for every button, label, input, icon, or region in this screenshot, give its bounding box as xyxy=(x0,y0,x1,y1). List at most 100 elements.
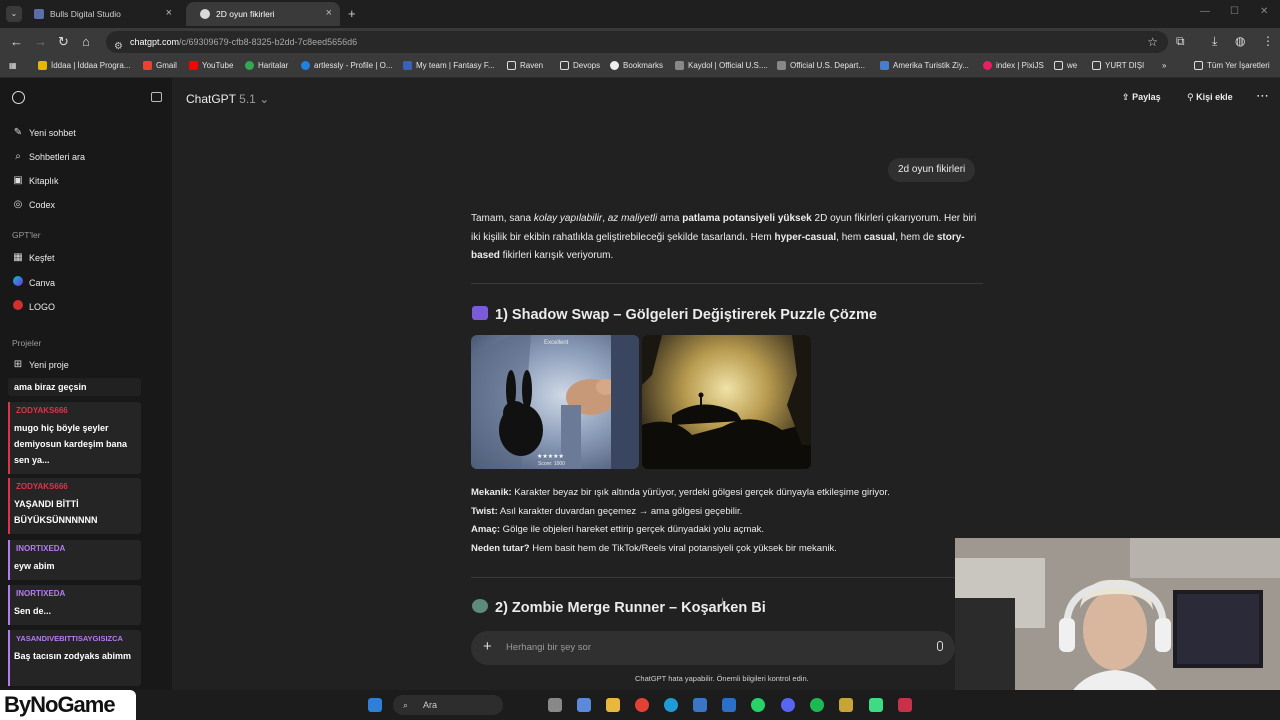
file-explorer-icon[interactable] xyxy=(606,698,620,712)
bookmark-official-us[interactable]: Official U.S. Depart... xyxy=(777,61,865,70)
disclaimer-text: ChatGPT hata yapabilir. Önemli bilgileri… xyxy=(635,674,809,683)
site-info-icon[interactable]: ⚙ xyxy=(114,36,123,58)
extensions-icon[interactable]: ⧉ xyxy=(1176,34,1185,49)
chat-accent-bar xyxy=(8,540,10,580)
bookmark-label: Amerika Turistik Ziy... xyxy=(893,61,969,70)
bookmark-yurt-disi[interactable]: YURT DIŞI xyxy=(1092,61,1144,70)
bookmark-artlessly[interactable]: artlessly - Profile | O... xyxy=(301,61,393,70)
bookmark-label: Tüm Yer İşaretleri xyxy=(1207,61,1270,70)
detail-line: Twist: Asıl karakter duvardan geçemez → … xyxy=(471,503,991,522)
bookmark-we[interactable]: we xyxy=(1054,61,1077,70)
close-window-icon[interactable]: ✕ xyxy=(1260,6,1268,17)
chat-accent-bar xyxy=(8,402,10,474)
sidebar-item-new-project[interactable]: ⊞ Yeni proje xyxy=(12,359,69,370)
minimize-icon[interactable]: — xyxy=(1200,6,1210,17)
shadow-game-image-2[interactable] xyxy=(642,335,811,469)
spotify-icon[interactable] xyxy=(810,698,824,712)
stream-chat-message: YASANDIVEBITTISAYGISIZCA Baş tacısın zod… xyxy=(8,630,141,686)
more-options-icon[interactable]: ⋯ xyxy=(1256,88,1269,104)
bookmark-haritalar[interactable]: Haritalar xyxy=(245,61,288,70)
bookmark-iddaa[interactable]: İddaa | İddaa Progra... xyxy=(38,61,130,70)
link-icon xyxy=(880,61,889,70)
edge-icon[interactable] xyxy=(664,698,678,712)
share-button[interactable]: ⇪ Paylaş xyxy=(1122,92,1161,103)
bookmark-youtube[interactable]: YouTube xyxy=(189,61,233,70)
chat-username: INORTIXEDA xyxy=(16,544,66,553)
chat-username: ZODYAKS666 xyxy=(16,406,68,415)
close-tab-icon[interactable]: × xyxy=(326,7,332,19)
download-icon[interactable]: ⤓ xyxy=(1212,34,1217,49)
app-icon[interactable] xyxy=(839,698,853,712)
all-bookmarks[interactable]: Tüm Yer İşaretleri xyxy=(1194,61,1270,70)
mail-icon[interactable] xyxy=(722,698,736,712)
chrome-icon[interactable] xyxy=(635,698,649,712)
vscode-icon[interactable] xyxy=(898,698,912,712)
sidebar-item-explore[interactable]: ▦ Keşfet xyxy=(12,252,54,263)
chatgpt-icon xyxy=(200,9,210,19)
sidebar-item-canva[interactable]: Canva xyxy=(12,276,55,289)
message-composer[interactable]: + Herhangi bir şey sor xyxy=(471,631,955,665)
bookmark-pixijs[interactable]: index | PixiJS xyxy=(983,61,1044,70)
plus-icon[interactable]: + xyxy=(483,638,492,655)
bookmark-label: Gmail xyxy=(156,61,177,70)
discord-icon[interactable] xyxy=(781,698,795,712)
sidebar-item-new-chat[interactable]: ✎ Yeni sohbet xyxy=(12,127,76,138)
browser-menu-icon[interactable]: ⋮ xyxy=(1262,34,1274,48)
windows-start-icon[interactable] xyxy=(368,698,382,712)
shadow-game-image-1[interactable]: Excellent Score: 1000 ★★★★★ xyxy=(471,335,639,469)
codex-icon: ◎ xyxy=(13,199,23,210)
add-person-button[interactable]: ⚲ Kişi ekle xyxy=(1187,92,1233,103)
intro-emphasis: kolay yapılabilir xyxy=(533,213,603,224)
pixijs-icon xyxy=(983,61,992,70)
taskbar-search[interactable]: ⌕ Ara xyxy=(393,695,503,715)
bookmark-kaydol[interactable]: Kaydol | Official U.S.... xyxy=(675,61,768,70)
close-tab-icon[interactable]: × xyxy=(166,7,172,19)
scroll-down-icon[interactable]: ↓ xyxy=(720,595,726,607)
bookmark-fantasy[interactable]: My team | Fantasy F... xyxy=(403,61,495,70)
watermark-text: ByNoGame xyxy=(4,692,116,717)
new-tab-button[interactable]: + xyxy=(348,6,356,21)
detail-label: Mekanik: xyxy=(471,487,512,498)
whatsapp-icon[interactable] xyxy=(751,698,765,712)
link-icon xyxy=(675,61,684,70)
copilot-icon[interactable] xyxy=(577,698,591,712)
bookmark-bookmarks[interactable]: Bookmarks xyxy=(610,61,663,70)
maximize-icon[interactable]: ☐ xyxy=(1230,6,1239,17)
profile-icon[interactable]: ◍ xyxy=(1235,34,1245,48)
model-selector[interactable]: ChatGPT 5.1 ⌄ xyxy=(186,92,269,106)
task-view-icon[interactable] xyxy=(548,698,562,712)
add-person-label: Kişi ekle xyxy=(1196,92,1233,102)
sidebar-item-codex[interactable]: ◎ Codex xyxy=(12,199,55,210)
composer-placeholder[interactable]: Herhangi bir şey sor xyxy=(506,642,591,653)
grid-icon: ▦ xyxy=(13,252,23,263)
url-bar[interactable]: ⚙ chatgpt.com/c/69309679-cfb8-8325-b2dd-… xyxy=(106,31,1168,53)
forward-arrow-icon[interactable]: → xyxy=(34,34,47,49)
chat-message-text: ama biraz geçsin xyxy=(14,382,87,392)
github-icon xyxy=(610,61,619,70)
sidebar-item-label: Sohbetleri ara xyxy=(29,151,86,162)
bookmark-label: Haritalar xyxy=(258,61,289,70)
tab-bulls-digital-studio[interactable]: Bulls Digital Studio × xyxy=(20,2,180,26)
reload-icon[interactable]: ↻ xyxy=(58,34,69,50)
store-icon[interactable] xyxy=(693,698,707,712)
bookmark-label: Kaydol | Official U.S.... xyxy=(688,61,768,70)
sidebar-item-search[interactable]: ⌕ Sohbetleri ara xyxy=(12,151,85,162)
bookmark-devops[interactable]: Devops xyxy=(560,61,600,70)
sidebar-item-library[interactable]: ▣ Kitaplık xyxy=(12,175,58,186)
sidebar-toggle-icon[interactable] xyxy=(151,92,162,102)
bookmark-raven[interactable]: Raven xyxy=(507,61,543,70)
back-arrow-icon[interactable]: ← xyxy=(10,34,23,49)
android-studio-icon[interactable] xyxy=(869,698,883,712)
bookmark-gmail[interactable]: Gmail xyxy=(143,61,177,70)
tab-2d-oyun-fikirleri[interactable]: 2D oyun fikirleri × xyxy=(186,2,340,26)
apps-grid-icon[interactable]: ▦ xyxy=(9,61,17,70)
home-icon[interactable]: ⌂ xyxy=(82,34,90,49)
bookmarks-overflow-icon[interactable]: » xyxy=(1162,61,1166,70)
microphone-icon[interactable] xyxy=(937,641,943,651)
bookmark-star-icon[interactable]: ☆ xyxy=(1147,31,1158,53)
intro-emphasis: az maliyetli xyxy=(607,213,658,224)
openai-logo-icon[interactable] xyxy=(12,91,25,104)
detail-line: Neden tutar? Hem basit hem de TikTok/Ree… xyxy=(471,540,991,559)
bookmark-amerika[interactable]: Amerika Turistik Ziy... xyxy=(880,61,969,70)
sidebar-item-logo[interactable]: LOGO xyxy=(12,300,55,313)
